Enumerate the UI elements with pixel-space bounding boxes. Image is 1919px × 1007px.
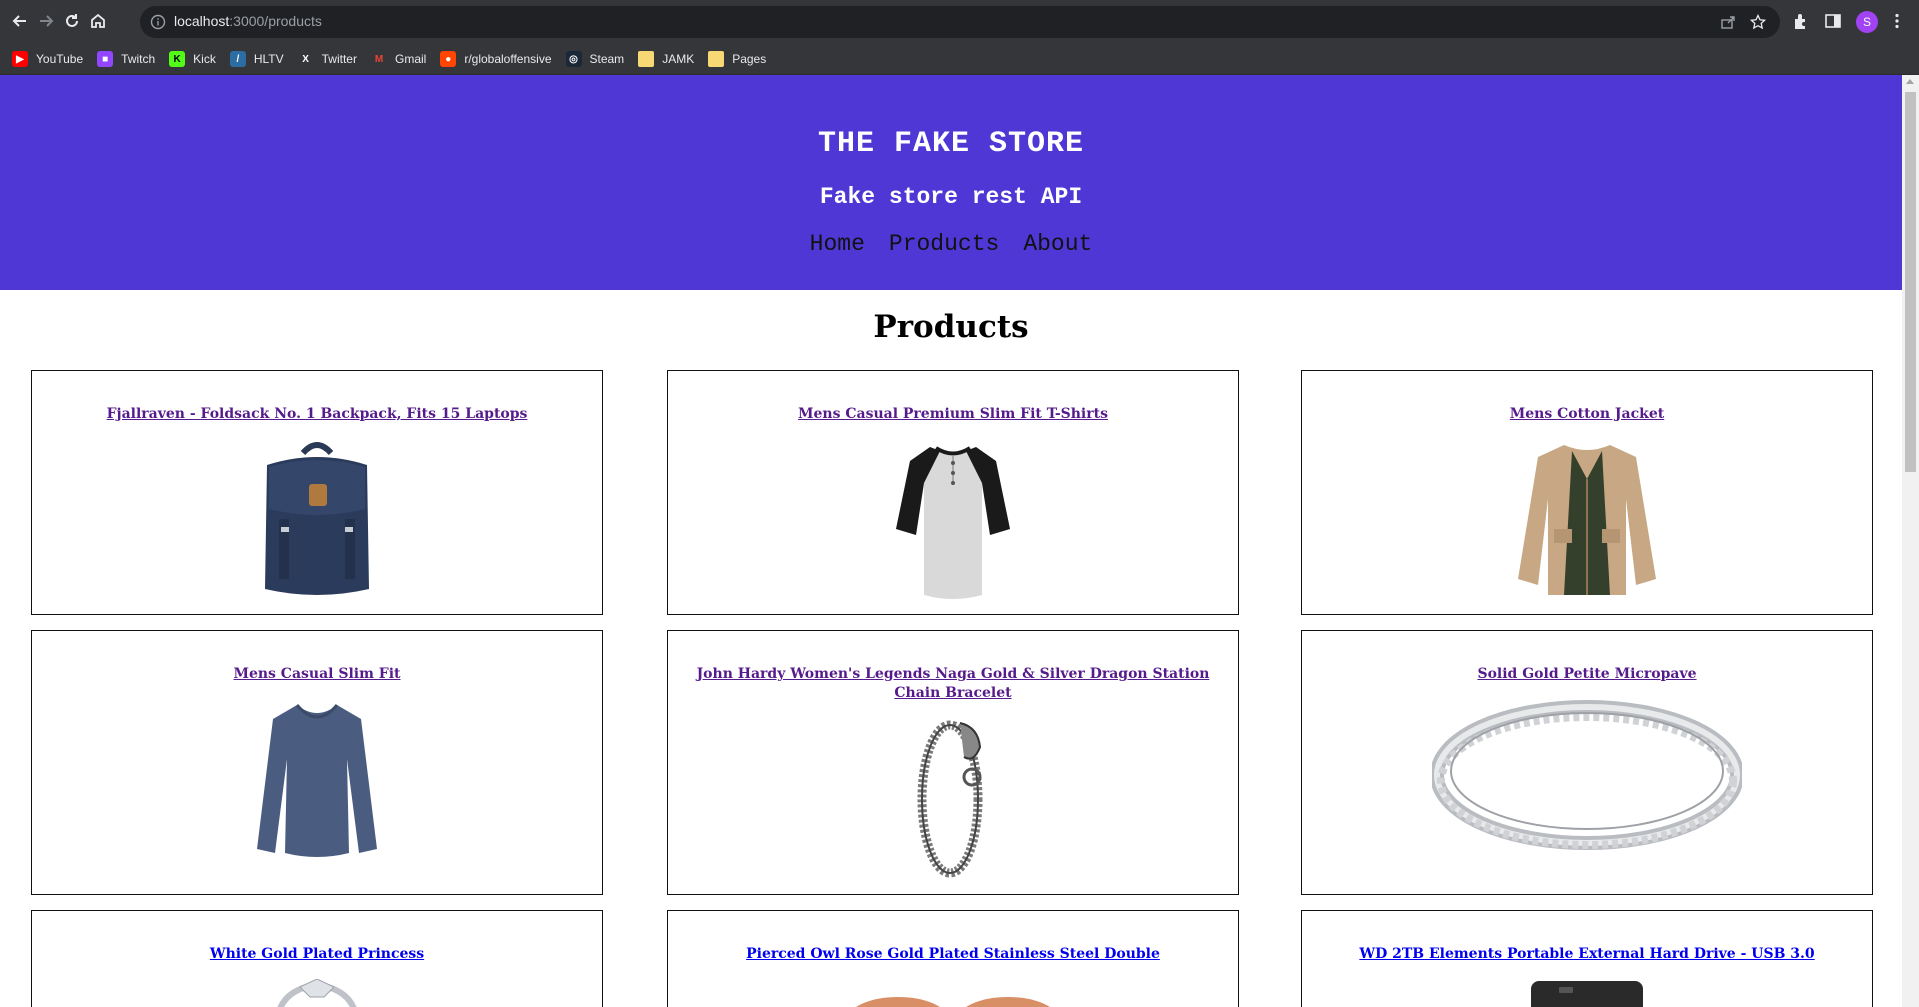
url-host: localhost (174, 13, 230, 29)
reddit-icon: ● (440, 51, 457, 67)
princess-ring-image[interactable] (262, 979, 372, 1007)
bookmark-gmail[interactable]: M Gmail (370, 48, 427, 70)
bookmark-kick[interactable]: K Kick (169, 48, 216, 70)
bookmark-hltv[interactable]: / HLTV (229, 48, 284, 70)
extensions-icon[interactable] (1792, 12, 1810, 30)
site-title: THE FAKE STORE (817, 127, 1085, 161)
side-panel-icon[interactable] (1824, 12, 1842, 30)
bookmark-r-globaloffensive[interactable]: ● r/globaloffensive (440, 48, 552, 70)
bookmarks-bar: ▶ YouTube ■ Twitch K Kick / HLTV X Twitter M Gmail ●… (0, 44, 1919, 75)
nav-link-products[interactable]: Products (889, 231, 999, 257)
forward-button[interactable] (34, 9, 58, 33)
address-bar[interactable]: localhost:3000/products (140, 6, 1780, 38)
steam-icon: ◎ (565, 51, 582, 67)
product-card: White Gold Plated Princess (31, 910, 603, 1007)
product-title-link[interactable]: John Hardy Women's Legends Naga Gold & S… (668, 665, 1238, 703)
bookmark-star-icon[interactable] (1750, 14, 1766, 30)
browser-toolbar: localhost:3000/products S (0, 0, 1919, 44)
site-header: THE FAKE STORE Fake store rest API Home … (0, 75, 1902, 290)
rose-gold-earrings-image[interactable] (828, 991, 1078, 1007)
scroll-up-arrow-icon[interactable] (1906, 79, 1914, 84)
reload-button[interactable] (60, 9, 84, 33)
product-card: WD 2TB Elements Portable External Hard D… (1301, 910, 1873, 1007)
bookmark-twitch[interactable]: ■ Twitch (97, 48, 155, 70)
scrollbar-thumb[interactable] (1905, 92, 1916, 472)
bookmark-youtube[interactable]: ▶ YouTube (12, 48, 83, 70)
product-title-link[interactable]: Mens Cotton Jacket (1302, 405, 1872, 424)
nav-link-home[interactable]: Home (810, 231, 865, 257)
raglan-tshirt-image[interactable] (890, 439, 1016, 603)
twitch-icon: ■ (97, 51, 114, 67)
bookmark-jamk[interactable]: JAMK (638, 48, 694, 70)
bookmark-label: Twitch (121, 52, 156, 66)
product-card: Mens Casual Premium Slim Fit T-Shirts (667, 370, 1239, 615)
bookmark-pages[interactable]: Pages (708, 48, 766, 70)
product-card: Pierced Owl Rose Gold Plated Stainless S… (667, 910, 1239, 1007)
page-heading: Products (873, 309, 1029, 345)
dragon-bracelet-image[interactable] (908, 717, 998, 879)
bookmark-steam[interactable]: ◎ Steam (565, 48, 625, 70)
youtube-icon: ▶ (12, 51, 28, 67)
cotton-jacket-image[interactable] (1514, 439, 1660, 601)
vertical-scrollbar[interactable] (1902, 75, 1919, 1007)
bookmark-label: Twitter (321, 52, 357, 66)
hltv-icon: / (229, 51, 246, 67)
home-button[interactable] (86, 9, 110, 33)
reload-icon (66, 14, 78, 27)
site-nav: Home Products About (0, 231, 1902, 257)
backpack-image[interactable] (257, 439, 377, 601)
profile-avatar[interactable]: S (1856, 11, 1878, 33)
folder-icon (638, 51, 655, 67)
bookmark-label: r/globaloffensive (464, 52, 552, 66)
x-icon: X (297, 51, 314, 67)
bookmark-label: Pages (732, 52, 767, 66)
share-icon[interactable] (1720, 14, 1736, 30)
product-card: Fjallraven - Foldsack No. 1 Backpack, Fi… (31, 370, 603, 615)
bookmark-twitter[interactable]: X Twitter (297, 48, 357, 70)
bookmark-label: HLTV (253, 52, 284, 66)
bookmark-label: Gmail (394, 52, 427, 66)
browser-chrome: localhost:3000/products S ▶ YouTube ■ Twitc… (0, 0, 1919, 75)
page-viewport: THE FAKE STORE Fake store rest API Home … (0, 75, 1919, 1007)
url-text: localhost:3000/products (174, 13, 322, 29)
folder-icon (708, 51, 725, 67)
product-title-link[interactable]: WD 2TB Elements Portable External Hard D… (1302, 945, 1872, 964)
nav-link-about[interactable]: About (1023, 231, 1092, 257)
product-card: John Hardy Women's Legends Naga Gold & S… (667, 630, 1239, 895)
gmail-icon: M (370, 51, 387, 67)
long-sleeve-shirt-image[interactable] (253, 699, 381, 861)
product-card: Solid Gold Petite Micropave (1301, 630, 1873, 895)
home-icon (91, 13, 105, 28)
back-button[interactable] (8, 9, 32, 33)
bookmark-label: Steam (589, 52, 625, 66)
site-subtitle: Fake store rest API (819, 184, 1083, 210)
product-title-link[interactable]: White Gold Plated Princess (32, 945, 602, 964)
bookmark-label: YouTube (36, 52, 84, 66)
product-title-link[interactable]: Mens Casual Slim Fit (32, 665, 602, 684)
product-card: Mens Casual Slim Fit (31, 630, 603, 895)
menu-kebab-icon[interactable] (1888, 12, 1906, 30)
product-card: Mens Cotton Jacket (1301, 370, 1873, 615)
arrow-right-icon (40, 15, 54, 27)
url-path: :3000/products (229, 13, 322, 29)
product-title-link[interactable]: Solid Gold Petite Micropave (1302, 665, 1872, 684)
product-title-link[interactable]: Fjallraven - Foldsack No. 1 Backpack, Fi… (32, 405, 602, 424)
hard-drive-image[interactable] (1529, 979, 1645, 1007)
silver-ring-image[interactable] (1432, 697, 1742, 853)
product-title-link[interactable]: Pierced Owl Rose Gold Plated Stainless S… (668, 945, 1238, 964)
bookmark-label: JAMK (662, 52, 695, 66)
bookmark-label: Kick (193, 52, 216, 66)
product-title-link[interactable]: Mens Casual Premium Slim Fit T-Shirts (668, 405, 1238, 424)
arrow-left-icon (12, 15, 26, 27)
kick-icon: K (169, 51, 186, 67)
info-icon[interactable] (150, 14, 166, 30)
